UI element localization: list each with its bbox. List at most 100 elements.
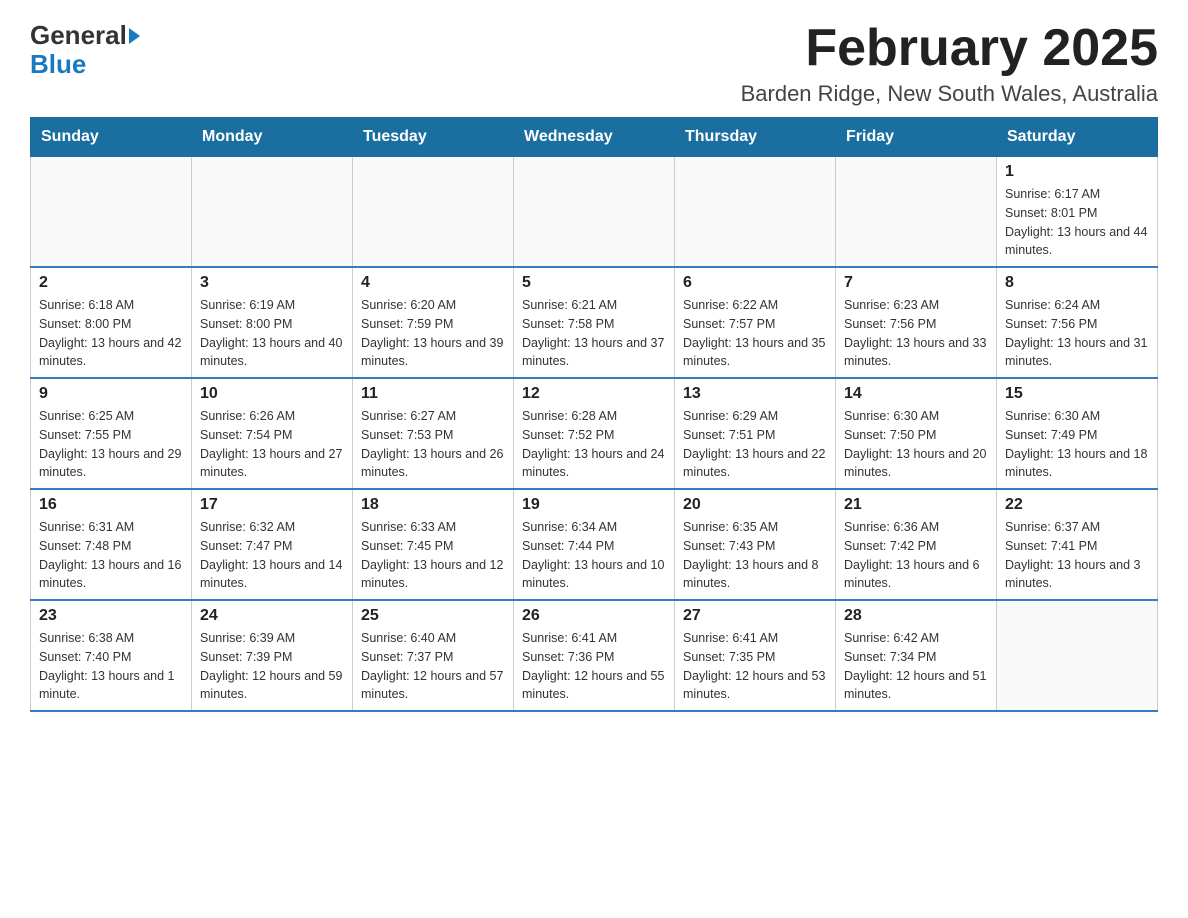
day-number: 5 [522,274,666,292]
calendar-day: 1 Sunrise: 6:17 AMSunset: 8:01 PMDaylight… [997,157,1158,268]
calendar-day: 3 Sunrise: 6:19 AMSunset: 8:00 PMDaylight… [192,267,353,378]
day-number: 27 [683,607,827,625]
calendar-day: 5 Sunrise: 6:21 AMSunset: 7:58 PMDaylight… [514,267,675,378]
day-info: Sunrise: 6:32 AMSunset: 7:47 PMDaylight:… [200,518,344,593]
logo: General Blue [30,20,140,80]
col-thursday: Thursday [675,118,836,157]
calendar-day: 17Sunrise: 6:32 AMSunset: 7:47 PMDayligh… [192,489,353,600]
calendar-day: 2Sunrise: 6:18 AMSunset: 8:00 PMDaylight… [31,267,192,378]
calendar-week-4: 16Sunrise: 6:31 AMSunset: 7:48 PMDayligh… [31,489,1158,600]
day-number: 15 [1005,385,1149,403]
day-number: 14 [844,385,988,403]
day-number: 22 [1005,496,1149,514]
day-number: 6 [683,274,827,292]
day-number: 9 [39,385,183,403]
calendar-day: 6 Sunrise: 6:22 AMSunset: 7:57 PMDaylight… [675,267,836,378]
day-number: 1 [1005,163,1149,181]
day-info: Sunrise: 6:27 AMSunset: 7:53 PMDaylight:… [361,407,505,482]
calendar-table: Sunday Monday Tuesday Wednesday Thursday… [30,117,1158,712]
day-number: 2 [39,274,183,292]
day-info: Sunrise: 6:30 AMSunset: 7:50 PMDaylight:… [844,407,988,482]
day-number: 23 [39,607,183,625]
day-info: Sunrise: 6:22 AMSunset: 7:57 PMDaylight:… [683,296,827,371]
day-info: Sunrise: 6:29 AMSunset: 7:51 PMDaylight:… [683,407,827,482]
calendar-day: 20 Sunrise: 6:35 AMSunset: 7:43 PMDayligh… [675,489,836,600]
calendar-day: 21 Sunrise: 6:36 AMSunset: 7:42 PMDayligh… [836,489,997,600]
day-info: Sunrise: 6:26 AMSunset: 7:54 PMDaylight:… [200,407,344,482]
calendar-day: 8 Sunrise: 6:24 AMSunset: 7:56 PMDaylight… [997,267,1158,378]
calendar-day: 23 Sunrise: 6:38 AMSunset: 7:40 PMDayligh… [31,600,192,711]
calendar-day: 22 Sunrise: 6:37 AMSunset: 7:41 PMDayligh… [997,489,1158,600]
calendar-day [675,157,836,268]
calendar-day [997,600,1158,711]
calendar-body: 1 Sunrise: 6:17 AMSunset: 8:01 PMDaylight… [31,157,1158,712]
calendar-day: 4 Sunrise: 6:20 AMSunset: 7:59 PMDaylight… [353,267,514,378]
day-number: 21 [844,496,988,514]
calendar-day [836,157,997,268]
calendar-week-1: 1 Sunrise: 6:17 AMSunset: 8:01 PMDaylight… [31,157,1158,268]
col-saturday: Saturday [997,118,1158,157]
day-number: 8 [1005,274,1149,292]
calendar-day: 7 Sunrise: 6:23 AMSunset: 7:56 PMDaylight… [836,267,997,378]
day-number: 24 [200,607,344,625]
day-number: 16 [39,496,183,514]
col-sunday: Sunday [31,118,192,157]
day-info: Sunrise: 6:39 AMSunset: 7:39 PMDaylight:… [200,629,344,704]
day-info: Sunrise: 6:28 AMSunset: 7:52 PMDaylight:… [522,407,666,482]
calendar-day [514,157,675,268]
day-info: Sunrise: 6:33 AMSunset: 7:45 PMDaylight:… [361,518,505,593]
day-info: Sunrise: 6:41 AMSunset: 7:35 PMDaylight:… [683,629,827,704]
calendar-week-5: 23 Sunrise: 6:38 AMSunset: 7:40 PMDayligh… [31,600,1158,711]
day-info: Sunrise: 6:20 AMSunset: 7:59 PMDaylight:… [361,296,505,371]
day-number: 11 [361,385,505,403]
calendar-week-2: 2Sunrise: 6:18 AMSunset: 8:00 PMDaylight… [31,267,1158,378]
page-subtitle: Barden Ridge, New South Wales, Australia [741,81,1158,107]
calendar-day: 10 Sunrise: 6:26 AMSunset: 7:54 PMDayligh… [192,378,353,489]
day-number: 19 [522,496,666,514]
calendar-week-3: 9 Sunrise: 6:25 AMSunset: 7:55 PMDaylight… [31,378,1158,489]
day-number: 28 [844,607,988,625]
col-friday: Friday [836,118,997,157]
day-info: Sunrise: 6:24 AMSunset: 7:56 PMDaylight:… [1005,296,1149,371]
day-number: 26 [522,607,666,625]
day-number: 4 [361,274,505,292]
day-info: Sunrise: 6:35 AMSunset: 7:43 PMDaylight:… [683,518,827,593]
calendar-day: 28 Sunrise: 6:42 AMSunset: 7:34 PMDayligh… [836,600,997,711]
day-info: Sunrise: 6:42 AMSunset: 7:34 PMDaylight:… [844,629,988,704]
calendar-day: 12 Sunrise: 6:28 AMSunset: 7:52 PMDayligh… [514,378,675,489]
day-info: Sunrise: 6:38 AMSunset: 7:40 PMDaylight:… [39,629,183,704]
day-info: Sunrise: 6:19 AMSunset: 8:00 PMDaylight:… [200,296,344,371]
day-number: 3 [200,274,344,292]
day-number: 20 [683,496,827,514]
col-tuesday: Tuesday [353,118,514,157]
calendar-day [192,157,353,268]
calendar-day: 9 Sunrise: 6:25 AMSunset: 7:55 PMDaylight… [31,378,192,489]
day-info: Sunrise: 6:17 AMSunset: 8:01 PMDaylight:… [1005,185,1149,260]
calendar-day: 19Sunrise: 6:34 AMSunset: 7:44 PMDayligh… [514,489,675,600]
calendar-day: 15 Sunrise: 6:30 AMSunset: 7:49 PMDayligh… [997,378,1158,489]
calendar-day: 27 Sunrise: 6:41 AMSunset: 7:35 PMDayligh… [675,600,836,711]
day-number: 25 [361,607,505,625]
day-info: Sunrise: 6:41 AMSunset: 7:36 PMDaylight:… [522,629,666,704]
calendar-day: 24 Sunrise: 6:39 AMSunset: 7:39 PMDayligh… [192,600,353,711]
day-info: Sunrise: 6:21 AMSunset: 7:58 PMDaylight:… [522,296,666,371]
day-info: Sunrise: 6:36 AMSunset: 7:42 PMDaylight:… [844,518,988,593]
logo-triangle-icon [129,28,140,44]
calendar-day: 25 Sunrise: 6:40 AMSunset: 7:37 PMDayligh… [353,600,514,711]
day-info: Sunrise: 6:25 AMSunset: 7:55 PMDaylight:… [39,407,183,482]
calendar-day: 18 Sunrise: 6:33 AMSunset: 7:45 PMDayligh… [353,489,514,600]
calendar-day [31,157,192,268]
calendar-day: 26 Sunrise: 6:41 AMSunset: 7:36 PMDayligh… [514,600,675,711]
page-title: February 2025 [741,20,1158,77]
calendar-day: 13Sunrise: 6:29 AMSunset: 7:51 PMDayligh… [675,378,836,489]
day-info: Sunrise: 6:23 AMSunset: 7:56 PMDaylight:… [844,296,988,371]
header-row: Sunday Monday Tuesday Wednesday Thursday… [31,118,1158,157]
day-info: Sunrise: 6:30 AMSunset: 7:49 PMDaylight:… [1005,407,1149,482]
day-number: 10 [200,385,344,403]
day-number: 18 [361,496,505,514]
day-info: Sunrise: 6:40 AMSunset: 7:37 PMDaylight:… [361,629,505,704]
day-info: Sunrise: 6:37 AMSunset: 7:41 PMDaylight:… [1005,518,1149,593]
day-number: 12 [522,385,666,403]
page-header: General Blue February 2025 Barden Ridge,… [30,20,1158,107]
day-number: 7 [844,274,988,292]
